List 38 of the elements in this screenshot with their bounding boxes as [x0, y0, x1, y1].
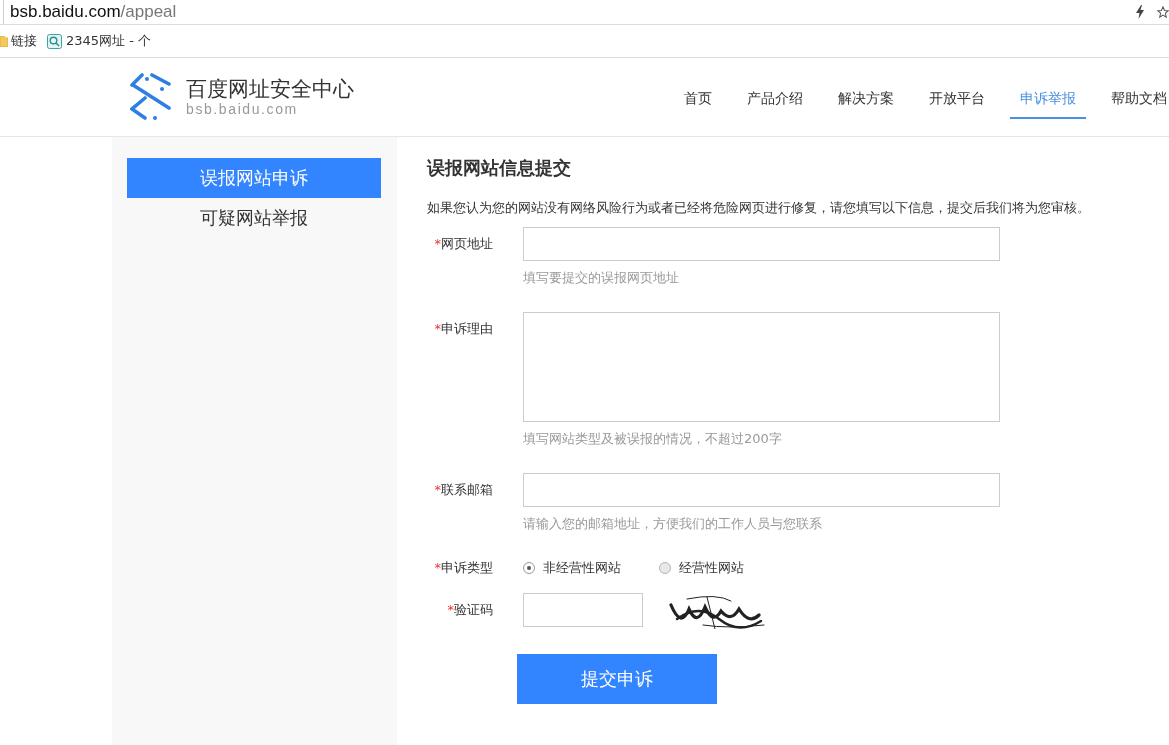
nav-tab[interactable]: 申诉举报 — [1010, 77, 1086, 119]
logo-icon — [130, 73, 171, 121]
input-field[interactable] — [523, 227, 1000, 261]
bookmark-link[interactable]: 2345网址 - 个 — [47, 32, 152, 50]
field-label: *联系邮箱 — [433, 481, 493, 499]
nav-tab[interactable]: 产品介绍 — [737, 77, 813, 119]
nav-tab[interactable]: 帮助文档 — [1101, 77, 1167, 119]
radio-button[interactable] — [523, 562, 535, 574]
field-label: *网页地址 — [433, 235, 493, 253]
field-label: *申诉类型 — [433, 559, 493, 577]
address-field[interactable]: bsb.baidu.com/appeal — [3, 0, 1136, 24]
submit-button[interactable]: 提交申诉 — [517, 654, 717, 704]
nav-tab[interactable]: 开放平台 — [919, 77, 995, 119]
textarea-field[interactable] — [523, 312, 1000, 422]
radio-label[interactable]: 非经营性网站 — [543, 558, 621, 578]
star-icon[interactable] — [1157, 5, 1169, 19]
logo-title: 百度网址安全中心 — [186, 77, 354, 101]
field-label: *验证码 — [446, 601, 493, 619]
field-hint: 填写网站类型及被误报的情况，不超过200字 — [523, 430, 782, 448]
sidebar-item[interactable]: 可疑网站举报 — [127, 198, 381, 238]
logo-subtitle: bsb.baidu.com — [186, 101, 299, 117]
radio-button[interactable] — [659, 562, 671, 574]
input-field[interactable] — [523, 473, 1000, 507]
field-hint: 请输入您的邮箱地址，方便我们的工作人员与您联系 — [523, 515, 822, 533]
folder-icon — [0, 35, 8, 47]
magnifier-icon — [47, 33, 62, 49]
nav-tab[interactable]: 首页 — [674, 77, 722, 119]
field-hint: 填写要提交的误报网页地址 — [523, 269, 679, 287]
lightning-icon[interactable] — [1136, 5, 1144, 19]
form-title: 误报网站信息提交 — [427, 156, 572, 180]
captcha-image[interactable] — [669, 595, 765, 629]
nav-tab[interactable]: 解决方案 — [828, 77, 904, 119]
captcha-field[interactable] — [523, 593, 643, 627]
radio-label[interactable]: 经营性网站 — [679, 558, 744, 578]
bookmark-link[interactable]: 链接 — [0, 32, 37, 50]
intro-text: 如果您认为您的网站没有网络风险行为或者已经将危险网页进行修复，请您填写以下信息，提交后我们将为您审核。 — [427, 199, 1091, 217]
sidebar-item[interactable]: 误报网站申诉 — [127, 158, 381, 198]
field-label: *申诉理由 — [433, 320, 493, 338]
